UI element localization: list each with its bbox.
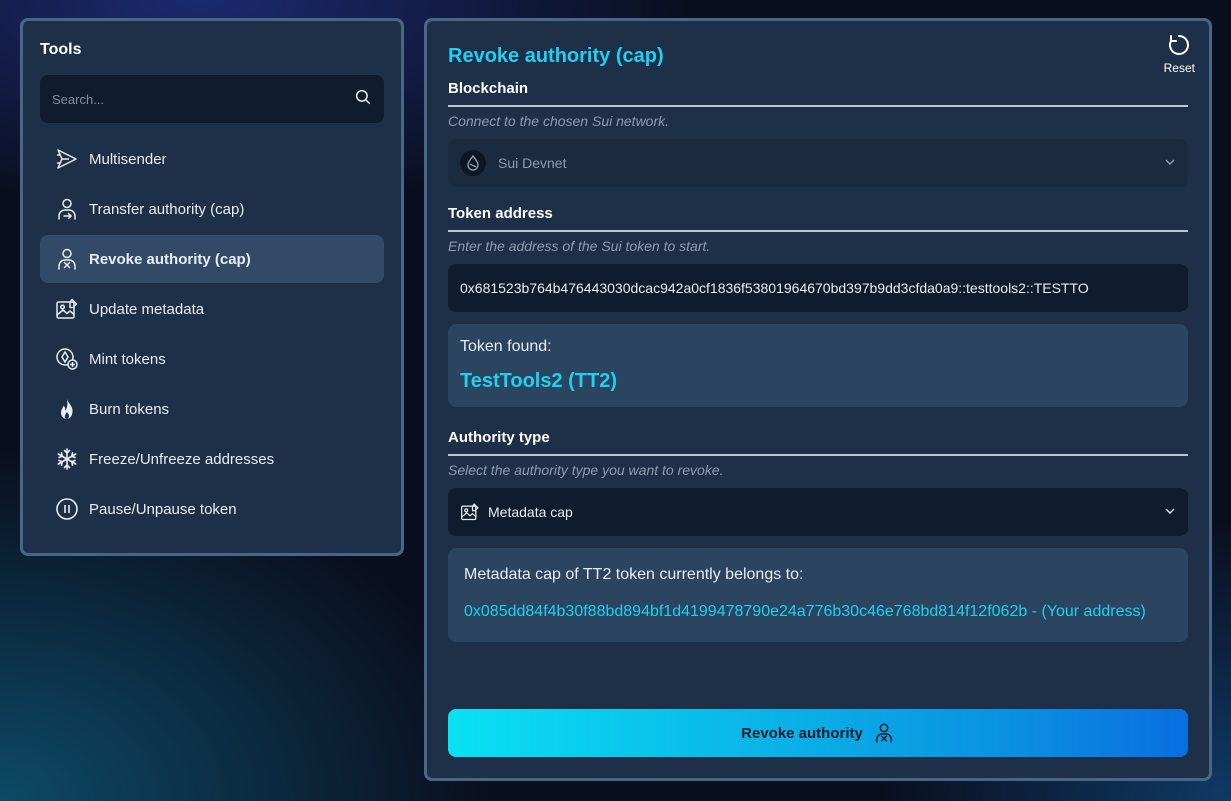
blockchain-hint: Connect to the chosen Sui network. (448, 113, 670, 129)
sidebar-item-label: Multisender (89, 150, 167, 168)
page-title: Revoke authority (cap) (448, 45, 664, 67)
search-box[interactable] (40, 75, 384, 123)
sidebar-item-label: Freeze/Unfreeze addresses (89, 450, 275, 468)
revoke-authority-panel: Revoke authority (cap) Reset Blockchain … (424, 18, 1212, 781)
reset-button[interactable]: Reset (1164, 33, 1195, 75)
authority-type-selected: Metadata cap (488, 504, 573, 520)
token-name: TestTools2 (TT2) (460, 370, 618, 392)
sidebar-item-label: Transfer authority (cap) (89, 200, 245, 218)
authority-type-hint: Select the authority type you want to re… (448, 462, 724, 478)
revoke-authority-button[interactable]: Revoke authority (448, 709, 1188, 757)
sidebar-item-label: Burn tokens (89, 400, 170, 418)
sidebar-item-pause-token[interactable]: Pause/Unpause token (40, 485, 384, 533)
revoke-button-label: Revoke authority (741, 724, 863, 742)
token-address-input[interactable]: 0x681523b764b476443030dcac942a0cf1836f53… (448, 264, 1188, 312)
user-revoke-icon (875, 723, 892, 743)
send-icon (54, 146, 80, 172)
token-address-label: Token address (448, 205, 1188, 232)
coin-plus-icon (54, 346, 80, 372)
tools-sidebar: Tools Multisender Transfer authority (ca… (20, 18, 404, 556)
snowflake-icon (54, 446, 80, 472)
blockchain-label: Blockchain (448, 80, 1188, 107)
sidebar-item-mint-tokens[interactable]: Mint tokens (40, 335, 384, 383)
sidebar-item-freeze-addresses[interactable]: Freeze/Unfreeze addresses (40, 435, 384, 483)
current-owner-address: 0x085dd84f4b30f88bd894bf1d4199478790e24a… (464, 603, 1146, 620)
authority-type-select[interactable]: Metadata cap (448, 488, 1188, 536)
search-input[interactable] (52, 91, 332, 107)
blockchain-select[interactable]: Sui Devnet (448, 139, 1188, 187)
sidebar-item-multisender[interactable]: Multisender (40, 135, 384, 183)
token-address-hint: Enter the address of the Sui token to st… (448, 238, 711, 254)
chevron-down-icon (1164, 504, 1176, 520)
sui-logo-icon (460, 150, 486, 176)
image-edit-icon (54, 296, 80, 322)
chevron-down-icon (1164, 155, 1176, 171)
user-transfer-icon (54, 196, 80, 222)
image-edit-icon (460, 502, 480, 522)
sidebar-item-update-metadata[interactable]: Update metadata (40, 285, 384, 333)
flame-icon (54, 396, 80, 422)
blockchain-selected: Sui Devnet (498, 155, 567, 171)
sidebar-item-label: Update metadata (89, 300, 205, 318)
sidebar-item-revoke-authority[interactable]: Revoke authority (cap) (40, 235, 384, 283)
sidebar-item-burn-tokens[interactable]: Burn tokens (40, 385, 384, 433)
reset-label: Reset (1163, 61, 1195, 75)
pause-icon (54, 496, 80, 522)
sidebar-item-transfer-authority[interactable]: Transfer authority (cap) (40, 185, 384, 233)
sidebar-item-label: Mint tokens (89, 350, 166, 368)
user-revoke-icon (54, 246, 80, 272)
search-icon[interactable] (354, 88, 372, 111)
authority-type-label: Authority type (448, 429, 1188, 456)
sidebar-item-label: Pause/Unpause token (89, 500, 237, 518)
current-owner-box: Metadata cap of TT2 token currently belo… (448, 548, 1188, 642)
reset-icon (1169, 35, 1190, 55)
token-found-box: Token found: TestTools2 (TT2) (448, 324, 1188, 407)
sidebar-item-label: Revoke authority (cap) (89, 250, 251, 268)
current-owner-label: Metadata cap of TT2 token currently belo… (464, 566, 804, 583)
token-found-label: Token found: (460, 338, 552, 355)
sidebar-title: Tools (40, 41, 82, 58)
